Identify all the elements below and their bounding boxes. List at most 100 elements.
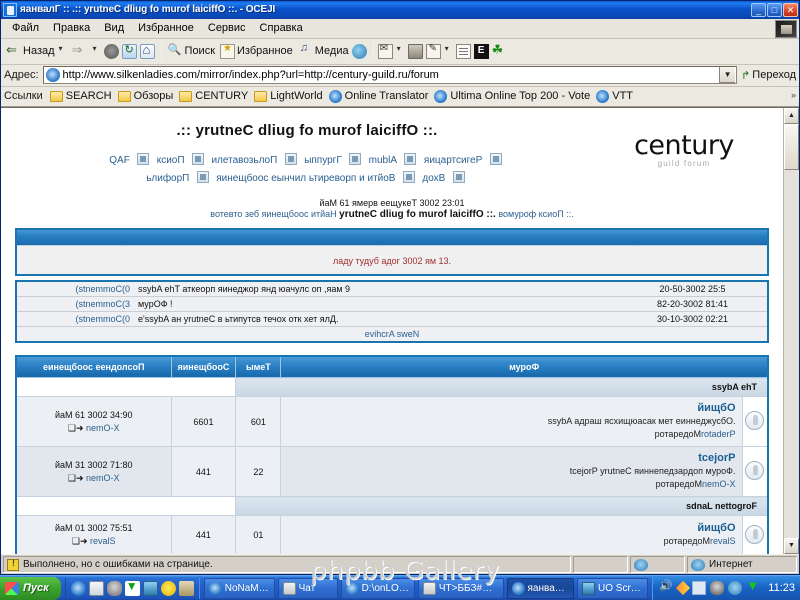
news-comments-link[interactable]: (stnemmoC(0 <box>75 284 130 294</box>
print-icon[interactable] <box>408 44 423 59</box>
last-post-jump-icon[interactable]: ❑➜ <box>72 536 88 546</box>
task-label: UO Screens... <box>598 583 643 594</box>
menu-item-help[interactable]: Справка <box>253 20 310 36</box>
menu-item-view[interactable]: Вид <box>97 20 131 36</box>
tray-chevron-down-icon[interactable] <box>746 581 760 595</box>
start-button[interactable]: Пуск <box>0 577 61 600</box>
link-vtt[interactable]: VTT <box>596 90 633 103</box>
go-button[interactable]: ↱ Переход <box>741 69 796 82</box>
link-century[interactable]: CENTURY <box>179 90 248 102</box>
forward-history-chevron-down-icon[interactable] <box>92 44 101 59</box>
nav-link-private-messages[interactable]: яинещбоос еынчил ьтиреворп и итйоВ <box>216 173 395 184</box>
forum-index-link[interactable]: yrutneC dliug fo murof laiciffO ::. <box>339 209 496 220</box>
quick-launch-image-icon[interactable] <box>143 581 158 596</box>
quick-launch-smiley-icon[interactable] <box>161 581 176 596</box>
network-icon[interactable] <box>728 581 742 595</box>
refresh-icon[interactable] <box>122 44 137 59</box>
taskbar-clock[interactable]: 11:23 <box>768 582 795 594</box>
links-overflow-chevron-icon[interactable]: » <box>791 90 796 100</box>
taskbar-task-other[interactable]: ЧТ>ББЗ#ИЛЬЕ ... <box>418 578 504 599</box>
news-title-cell[interactable]: ssybA ehT аткеорп яинеджор янд юачулс оп… <box>134 281 618 297</box>
edit-icon[interactable] <box>426 44 441 59</box>
history-icon[interactable] <box>352 44 367 59</box>
maximize-button[interactable]: □ <box>767 3 782 17</box>
address-dropdown-chevron-down-icon[interactable]: ▼ <box>719 67 735 83</box>
taskbar-task-uoscreens[interactable]: UO Screens... <box>577 578 648 599</box>
taskbar-task-active-browser[interactable]: яанвалГ :: ... <box>507 578 575 599</box>
quick-launch-bug-icon[interactable] <box>107 581 122 596</box>
link-lightworld[interactable]: LightWorld <box>254 90 322 102</box>
tray-bug-icon[interactable] <box>710 581 724 595</box>
nav-link-search[interactable]: ксиоП <box>157 155 185 166</box>
last-post-user-link[interactable]: nemO-X <box>86 473 120 483</box>
nav-link-register[interactable]: яицартсигеР <box>424 155 482 166</box>
taskbar-task-noname[interactable]: NoNaMe - n... <box>204 578 275 599</box>
scrollbar-thumb[interactable] <box>784 124 799 170</box>
link-online-translator[interactable]: Online Translator <box>329 90 429 103</box>
plugin-icon[interactable] <box>492 44 507 59</box>
quick-launch-tool-icon[interactable] <box>179 581 194 596</box>
menu-item-tools[interactable]: Сервис <box>201 20 253 36</box>
forum-name-link[interactable]: йищбО <box>287 522 735 535</box>
scrollbar-track[interactable] <box>784 124 799 538</box>
home-icon[interactable] <box>140 44 155 59</box>
nav-link-faq[interactable]: QAF <box>109 155 130 166</box>
category-title-cell[interactable]: sdnaL nettogroF <box>236 497 768 516</box>
category-title-cell[interactable]: ssybA ehT <box>236 378 768 397</box>
mail-icon[interactable] <box>378 44 393 59</box>
page-scrollbar[interactable]: ▲ ▼ <box>783 108 799 554</box>
menu-item-file[interactable]: Файл <box>5 20 46 36</box>
discuss-icon[interactable] <box>456 44 471 59</box>
nav-link-profile[interactable]: ьлифорП <box>146 173 189 184</box>
menu-item-favorites[interactable]: Избранное <box>131 20 201 36</box>
scroll-up-button[interactable]: ▲ <box>784 108 799 124</box>
stop-icon[interactable] <box>104 44 119 59</box>
nav-link-groups[interactable]: ыппургГ <box>304 155 342 166</box>
quick-launch-document-icon[interactable] <box>89 581 104 596</box>
link-uo-top200[interactable]: Ultima Online Top 200 - Vote <box>434 90 590 103</box>
menu-item-edit[interactable]: Правка <box>46 20 97 36</box>
scroll-down-button[interactable]: ▼ <box>784 538 799 554</box>
warning-icon[interactable] <box>7 559 19 571</box>
tray-square-icon[interactable] <box>692 581 706 595</box>
edit-chevron-down-icon[interactable] <box>444 44 453 59</box>
news-title-cell[interactable]: мурОФ ! <box>134 297 618 312</box>
volume-icon[interactable] <box>660 581 674 595</box>
nav-link-memberlist[interactable]: илетавозьлоП <box>211 155 277 166</box>
back-history-chevron-down-icon[interactable] <box>58 44 67 59</box>
view-unanswered-link[interactable]: вотевто зеб яинещбоос итйаН <box>210 209 336 219</box>
taskbar-task-chat[interactable]: Чат <box>278 578 338 599</box>
forum-name-link[interactable]: йищбО <box>287 402 735 415</box>
media-button[interactable]: Медиа <box>296 43 351 60</box>
mail-chevron-down-icon[interactable] <box>396 44 405 59</box>
moderator-link[interactable]: rotaderP <box>701 429 736 439</box>
quick-launch-chevron-down-icon[interactable] <box>125 581 140 596</box>
taskbar-task-dvol[interactable]: D:\onLOKWEB <box>341 578 415 599</box>
link-search[interactable]: SEARCH <box>50 90 112 102</box>
news-title-cell[interactable]: e'ssybA ан yrutneC в ьтипутсв течох отк … <box>134 312 618 327</box>
forum-name-link[interactable]: tcejorP <box>287 452 735 465</box>
forward-button[interactable] <box>70 43 91 60</box>
moderator-link[interactable]: nemO-X <box>702 479 736 489</box>
favorites-button[interactable]: Избранное <box>218 43 295 60</box>
last-post-user-link[interactable]: nemO-X <box>86 423 120 433</box>
search-forums-link[interactable]: вомуроф ксиоП ::. <box>498 209 573 219</box>
address-input[interactable]: http://www.silkenladies.com/mirror/index… <box>43 66 738 84</box>
close-button[interactable]: ✕ <box>783 3 798 17</box>
news-comments-link[interactable]: (stnemmoC(3 <box>75 299 130 309</box>
minimize-button[interactable]: _ <box>751 3 766 17</box>
quick-launch-ie-icon[interactable] <box>71 581 86 596</box>
nav-link-album[interactable]: mublA <box>369 155 397 166</box>
news-archive-link[interactable]: evihcrA sweN <box>365 329 420 339</box>
moderator-link[interactable]: revalS <box>710 536 736 546</box>
tray-diamond-icon[interactable] <box>676 581 690 595</box>
nav-link-login[interactable]: дохВ <box>422 173 445 184</box>
news-comments-link[interactable]: (stnemmoC(0 <box>75 314 130 324</box>
msn-messenger-icon[interactable]: E <box>474 44 489 59</box>
search-button[interactable]: Поиск <box>166 43 217 60</box>
last-post-jump-icon[interactable]: ❑➜ <box>68 423 84 433</box>
last-post-jump-icon[interactable]: ❑➜ <box>68 473 84 483</box>
back-button[interactable]: Назад <box>4 43 57 60</box>
link-obzory[interactable]: Обзоры <box>118 90 174 102</box>
last-post-user-link[interactable]: revalS <box>90 536 116 546</box>
